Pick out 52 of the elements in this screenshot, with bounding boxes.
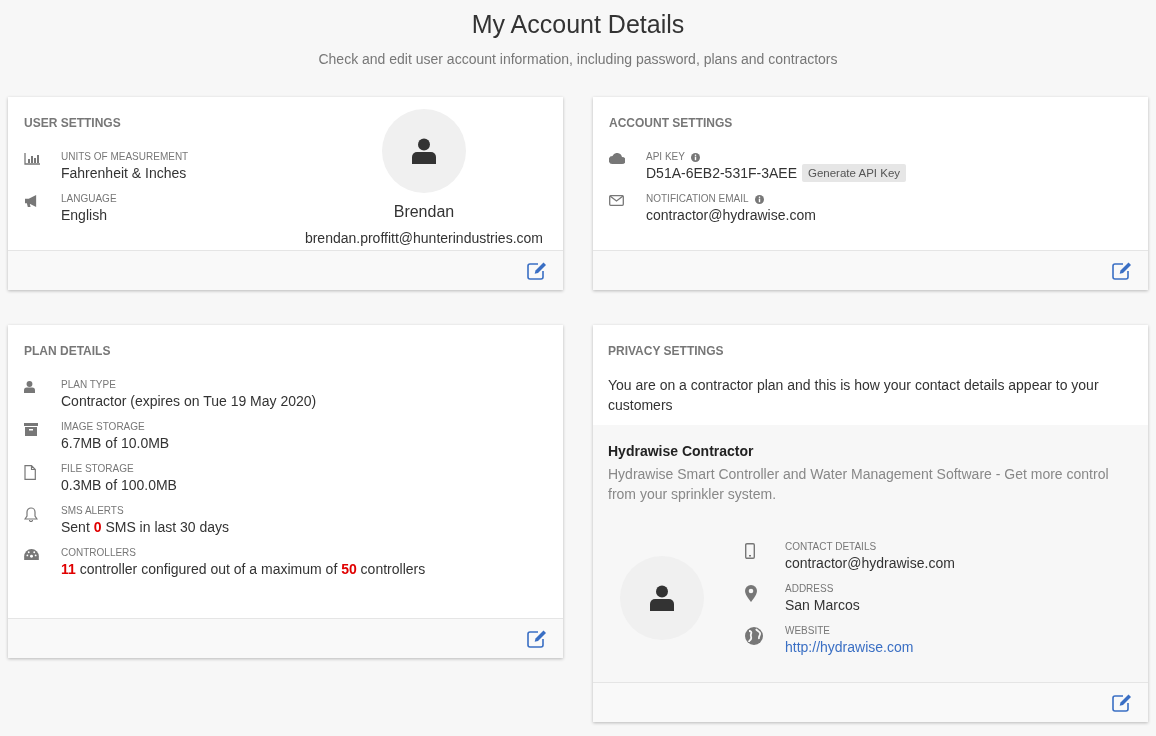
field-value: D51A-6EB2-531F-3AEE	[646, 164, 797, 182]
generate-api-key-button[interactable]: Generate API Key	[801, 164, 907, 182]
field-label: ADDRESS	[785, 582, 834, 596]
phone-icon	[745, 543, 755, 559]
chart-icon	[24, 153, 40, 165]
card-title: PLAN DETAILS	[24, 343, 112, 360]
field-label: FILE STORAGE	[61, 462, 134, 476]
edit-icon[interactable]	[527, 629, 547, 648]
globe-icon	[745, 627, 763, 645]
profile-name: Brendan	[393, 202, 455, 222]
field-value: Fahrenheit & Inches	[61, 164, 187, 182]
field-label: IMAGE STORAGE	[61, 420, 145, 434]
field-label: API KEY	[646, 150, 685, 164]
field-value: San Marcos	[785, 596, 860, 614]
field-value: contractor@hydrawise.com	[785, 554, 955, 572]
field-label: CONTACT DETAILS	[785, 540, 877, 554]
edit-icon[interactable]	[1112, 693, 1132, 712]
field-label: UNITS OF MEASUREMENT	[61, 150, 189, 164]
field-value: 0.3MB of 100.0MB	[61, 476, 177, 494]
card-title: PRIVACY SETTINGS	[608, 343, 725, 360]
megaphone-icon	[24, 195, 39, 208]
card-title: USER SETTINGS	[24, 115, 122, 132]
file-icon	[24, 465, 36, 480]
company-name: Hydrawise Contractor	[608, 442, 755, 461]
card-title: ACCOUNT SETTINGS	[609, 115, 734, 132]
field-value: contractor@hydrawise.com	[646, 206, 816, 224]
pin-icon	[745, 585, 757, 602]
field-label: WEBSITE	[785, 624, 830, 638]
archive-icon	[24, 423, 38, 436]
page-title: My Account Details	[471, 9, 685, 40]
user-icon	[24, 381, 35, 393]
field-label: PLAN TYPE	[61, 378, 116, 392]
field-value: 11 controller configured out of a maximum of 50 controllers	[61, 560, 426, 578]
edit-icon[interactable]	[527, 261, 547, 280]
gauge-icon	[24, 549, 39, 560]
field-label: SMS ALERTS	[61, 504, 124, 518]
intro-text: You are on a contractor plan and this is how your contact details appear to your customers	[608, 376, 1100, 415]
field-label: NOTIFICATION EMAIL	[646, 192, 749, 206]
bell-icon	[24, 507, 38, 522]
field-label: CONTROLLERS	[61, 546, 136, 560]
cloud-icon	[609, 153, 625, 164]
field-value: Contractor (expires on Tue 19 May 2020)	[61, 392, 317, 410]
field-value: English	[61, 206, 107, 224]
company-description: Hydrawise Smart Controller and Water Management Software - Get more control from your sprinkler system.	[608, 465, 1110, 504]
envelope-icon	[609, 195, 624, 206]
field-label: LANGUAGE	[61, 192, 117, 206]
edit-icon[interactable]	[1112, 261, 1132, 280]
field-value: Sent 0 SMS in last 30 days	[61, 518, 230, 536]
website-link[interactable]: http://hydrawise.com	[785, 638, 914, 656]
field-value: 6.7MB of 10.0MB	[61, 434, 170, 452]
profile-email: brendan.proffitt@hunterindustries.com	[304, 229, 543, 248]
page-subtitle: Check and edit user account information, including password, plans and contractors	[318, 50, 838, 69]
